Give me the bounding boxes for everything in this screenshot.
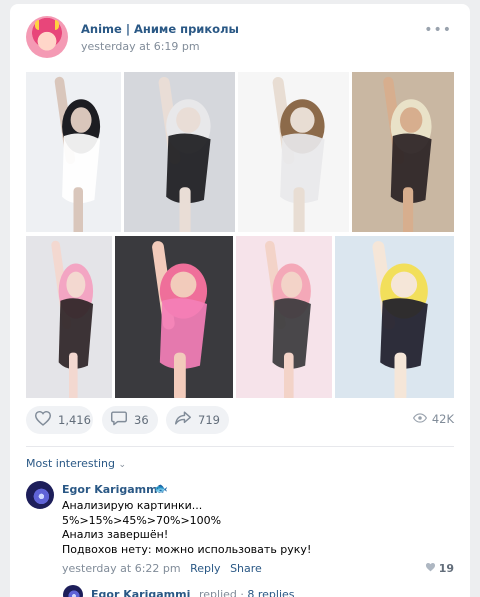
photo-illustration [372, 241, 428, 398]
share-arrow-icon [174, 410, 192, 430]
group-name-link[interactable]: Anime | Аниме приколы [81, 22, 239, 36]
gallery-photo[interactable] [26, 72, 121, 232]
photo-illustration [51, 240, 94, 398]
reply-button[interactable]: Reply [190, 562, 220, 575]
replies-thread-link[interactable]: Egor Karigammi replied · 8 replies [63, 585, 454, 597]
comment-text: Анализирую картинки... 5%>15%>45%>70%>10… [62, 499, 442, 557]
photo-gallery [26, 72, 454, 398]
comment-line: Анализирую картинки... [62, 499, 203, 512]
photo-illustration [54, 76, 101, 232]
share-button[interactable]: 719 [166, 406, 229, 434]
photo-illustration [272, 76, 325, 232]
views-count: 42K [431, 412, 454, 426]
comment-like-button[interactable]: 19 [425, 562, 454, 575]
commenter-name[interactable]: Egor Karigammi [62, 483, 161, 496]
comment-like-count: 19 [438, 562, 454, 575]
gallery-photo[interactable] [335, 236, 454, 398]
comment-share-button[interactable]: Share [230, 562, 262, 575]
gallery-photo[interactable] [124, 72, 235, 232]
gallery-photo[interactable] [115, 236, 233, 398]
more-options-button[interactable]: ••• [424, 22, 452, 38]
photo-illustration [158, 76, 211, 232]
heart-filled-icon [425, 562, 436, 575]
post-header: Anime | Аниме приколы yesterday at 6:19 … [26, 16, 454, 60]
commenter-avatar[interactable] [26, 481, 54, 509]
eye-icon [412, 412, 427, 426]
photo-illustration [383, 76, 432, 232]
comment-time[interactable]: yesterday at 6:22 pm [62, 562, 181, 575]
divider [26, 446, 454, 447]
like-count: 1,416 [58, 413, 91, 427]
gallery-photo[interactable] [26, 236, 112, 398]
comment-line: Подвохов нету: можно использовать руку! [62, 542, 312, 556]
replied-label: replied · [199, 588, 244, 597]
photo-illustration [264, 240, 311, 398]
comment-icon [110, 410, 128, 430]
chevron-down-icon: ⌄ [118, 460, 127, 470]
group-avatar[interactable] [26, 16, 68, 58]
gallery-photo[interactable] [238, 72, 349, 232]
comment: Egor Karigammi 🐟 Анализирую картинки... … [26, 481, 454, 581]
heart-icon [34, 410, 52, 430]
replies-count-link[interactable]: 8 replies [247, 588, 294, 597]
comment-line: 5%>15%>45%>70%>100% [62, 513, 222, 527]
reply-author[interactable]: Egor Karigammi [91, 588, 190, 597]
post-time[interactable]: yesterday at 6:19 pm [81, 40, 200, 53]
like-button[interactable]: 1,416 [26, 406, 93, 434]
sort-label: Most interesting [26, 457, 115, 470]
comment-count: 36 [134, 413, 149, 427]
comment-meta: yesterday at 6:22 pm Reply Share [62, 562, 262, 575]
post-card: Anime | Аниме приколы yesterday at 6:19 … [10, 4, 470, 597]
comment-line: Анализ завершён! [62, 528, 169, 542]
views-counter: 42K [412, 412, 454, 426]
replies-summary: replied · 8 replies [199, 588, 295, 597]
post-actions: 1,416 36 719 42K [26, 406, 454, 436]
comments-sort-dropdown[interactable]: Most interesting ⌄ [26, 457, 126, 470]
gallery-photo[interactable] [236, 236, 332, 398]
fish-emoji-icon: 🐟 [154, 482, 168, 495]
gallery-photo[interactable] [352, 72, 454, 232]
reply-avatar [63, 585, 83, 597]
photo-illustration [152, 241, 208, 398]
comment-button[interactable]: 36 [102, 406, 158, 434]
share-count: 719 [198, 413, 220, 427]
